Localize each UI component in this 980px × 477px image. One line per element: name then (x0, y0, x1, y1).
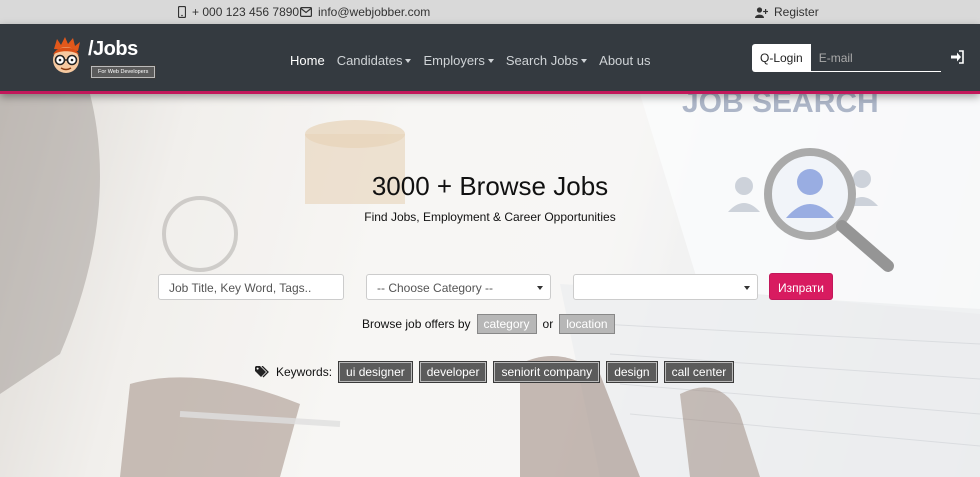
keyword-tag-call-center[interactable]: call center (663, 361, 735, 383)
register-label[interactable]: Register (774, 5, 819, 19)
keyword-tag-design[interactable]: design (606, 361, 658, 383)
nav-item-employers[interactable]: Employers (423, 53, 494, 68)
envelope-icon (300, 7, 312, 17)
keyword-search-input[interactable]: Job Title, Key Word, Tags.. (158, 274, 344, 300)
email-address[interactable]: info@webjobber.com (318, 5, 430, 19)
keyword-tag-developer[interactable]: developer (418, 361, 488, 383)
tags-icon (255, 366, 269, 378)
register-link[interactable]: Register (755, 5, 819, 19)
phone-number: + 000 123 456 7890 (192, 5, 300, 19)
main-navbar: /Jobs For Web Developers Home Candidates… (0, 24, 980, 94)
logo-brand-name: /Jobs (88, 38, 138, 60)
nav-item-label: Candidates (336, 53, 403, 68)
nav-item-search-jobs[interactable]: Search Jobs (505, 53, 588, 68)
top-bar: + 000 123 456 7890 info@webjobber.com Re… (0, 0, 980, 24)
browse-category-button[interactable]: category (476, 314, 537, 334)
hero-title: 3000 + Browse Jobs (371, 171, 609, 201)
nav-item-label: Search Jobs (505, 53, 579, 68)
hero-section: JOB SEARCH 3000 + Browse Jobs Find Jobs,… (0, 94, 980, 477)
browse-by-row: Browse job offers by category or locatio… (362, 314, 615, 334)
phone-icon (178, 6, 186, 18)
nav-menu: Home Candidates Employers Search Jobs Ab… (290, 53, 650, 68)
caret-down-icon (405, 59, 412, 63)
nav-item-home[interactable]: Home (290, 53, 325, 68)
category-select[interactable]: -- Choose Category -- (366, 274, 551, 300)
browse-or-text: or (542, 317, 554, 331)
nav-item-label: Home (290, 53, 325, 68)
caret-down-icon (581, 59, 588, 63)
logo-mascot-icon (53, 37, 80, 73)
quick-login-form: Q-Login E-mail (752, 44, 964, 72)
browse-location-button[interactable]: location (559, 314, 615, 334)
browse-label: Browse job offers by (362, 317, 471, 331)
submit-search-button[interactable]: Изпрати (769, 273, 833, 300)
email-contact[interactable]: info@webjobber.com (300, 5, 430, 19)
keyword-tag-ui-designer[interactable]: ui designer (338, 361, 413, 383)
logo-tagline: For Web Developers (90, 65, 157, 79)
keywords-row: Keywords: ui designer developer seniorit… (255, 361, 735, 383)
hero-subtitle: Find Jobs, Employment & Career Opportuni… (364, 210, 616, 224)
keyword-tag-seniorit-company[interactable]: seniorit company (493, 361, 601, 383)
location-select[interactable] (573, 274, 758, 300)
nav-item-label: About us (599, 53, 651, 68)
caret-down-icon (487, 59, 494, 63)
phone-contact: + 000 123 456 7890 (178, 5, 299, 19)
login-email-input[interactable]: E-mail (810, 44, 941, 72)
user-plus-icon (755, 6, 768, 18)
site-logo[interactable]: /Jobs For Web Developers (48, 34, 158, 80)
nav-item-label: Employers (423, 53, 485, 68)
qlogin-label: Q-Login (752, 44, 811, 72)
sign-in-icon[interactable] (950, 50, 964, 64)
keywords-label: Keywords: (276, 365, 333, 379)
nav-item-candidates[interactable]: Candidates (337, 53, 412, 68)
nav-item-about-us[interactable]: About us (599, 53, 650, 68)
